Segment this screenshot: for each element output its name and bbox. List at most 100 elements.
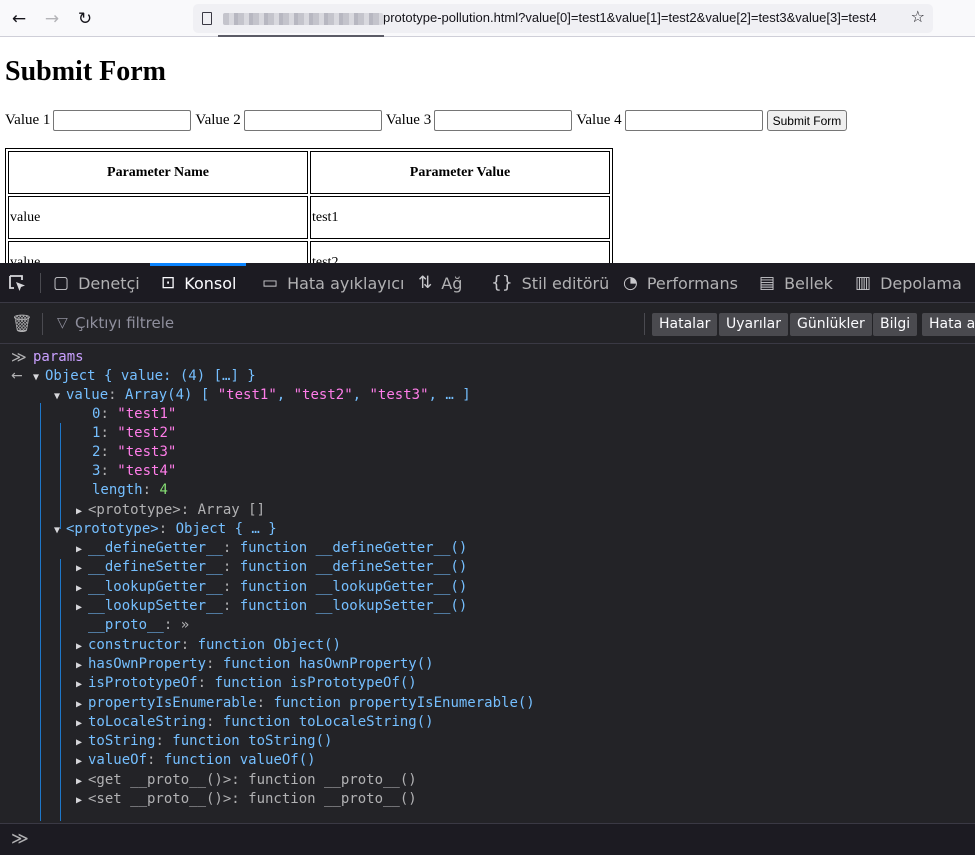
tab-console[interactable]: ⊡ Konsol (149, 263, 247, 303)
tab-performance[interactable]: ◔ Performans (623, 263, 738, 303)
tree-node-member[interactable]: ▶ valueOf: function valueOf() (76, 751, 316, 770)
item-value: "test4" (117, 463, 177, 479)
caret-right-icon[interactable]: ▶ (76, 540, 88, 559)
member-key: __lookupSetter__ (88, 598, 223, 614)
caret-down-icon[interactable]: ▼ (33, 368, 45, 387)
level-logs-button[interactable]: Günlükler (790, 313, 872, 336)
tree-node-accessor[interactable]: ▶ <get __proto__()>: function __proto__() (76, 771, 417, 790)
tab-debugger[interactable]: ▭ Hata ayıklayıcı (262, 263, 404, 303)
caret-right-icon[interactable]: ▶ (76, 772, 88, 791)
tree-node-accessor[interactable]: ▶ <set __proto__()>: function __proto__() (76, 790, 417, 809)
tree-node-member[interactable]: ▶ toLocaleString: function toLocaleString… (76, 713, 434, 732)
array-item: 3: "test4" (92, 463, 177, 479)
caret-right-icon[interactable]: ▶ (76, 579, 88, 598)
back-button[interactable]: ← (7, 7, 31, 31)
star-icon[interactable]: ☆ (911, 7, 925, 26)
style-editor-icon: {} (491, 273, 513, 293)
caret-right-icon[interactable]: ▶ (76, 752, 88, 771)
tab-memory[interactable]: ▤ Bellek (759, 263, 833, 303)
address-bar[interactable]: prototype-pollution.html?value[0]=test1&… (193, 4, 933, 33)
forward-button[interactable]: → (40, 7, 64, 31)
value4-label: Value 4 (576, 112, 622, 128)
toolbar-separator (40, 273, 41, 293)
inspector-icon: ▢ (53, 273, 70, 293)
member-key: hasOwnProperty (88, 656, 207, 672)
value1-input[interactable] (53, 110, 192, 131)
tab-label: Denetçi (78, 273, 140, 293)
table-row: value test2 (8, 241, 610, 263)
tab-label: Konsol (184, 273, 237, 293)
level-warnings-button[interactable]: Uyarılar (719, 313, 788, 336)
url-text[interactable]: prototype-pollution.html?value[0]=test1&… (383, 10, 877, 25)
reload-button[interactable]: ↻ (73, 7, 97, 31)
chevrons-right-icon: ≫ (11, 348, 27, 366)
tree-node-array-prototype[interactable]: ▶ <prototype>: Array [] (76, 501, 265, 520)
member-value: function toString() (172, 733, 333, 749)
tab-network[interactable]: ⇅ Ağ (418, 263, 462, 303)
level-info-button[interactable]: Bilgi (873, 313, 918, 336)
caret-right-icon[interactable]: ▶ (76, 791, 88, 810)
toolbar-separator (644, 313, 645, 335)
member-key: constructor (88, 637, 181, 653)
caret-right-icon[interactable]: ▶ (76, 598, 88, 617)
member-value: function __defineGetter__() (239, 540, 468, 556)
element-picker-icon[interactable] (8, 274, 28, 294)
tree-node-member[interactable]: ▶ hasOwnProperty: function hasOwnProperty… (76, 655, 434, 674)
tree-node-member[interactable]: ▶ __lookupSetter__: function __lookupSett… (76, 597, 467, 616)
tree-node-member[interactable]: ▶ __defineGetter__: function __defineGett… (76, 539, 467, 558)
tree-node-member[interactable]: ▶ constructor: function Object() (76, 636, 341, 655)
level-errors-button[interactable]: Hatalar (652, 313, 718, 336)
console-filter-bar: 🗑 ▽ Çıktıyı filtrele Hatalar Uyarılar Gü… (0, 304, 975, 344)
level-debug-button[interactable]: Hata ay (922, 313, 975, 336)
page-content: Submit Form Value 1 Value 2 Value 3 Valu… (0, 37, 975, 263)
caret-right-icon[interactable]: ▶ (76, 502, 88, 521)
tree-node-value[interactable]: ▼ value: Array(4) [ "test1", "test2", "te… (54, 386, 471, 405)
member-value: function toLocaleString() (222, 714, 434, 730)
command-text: params (33, 349, 84, 365)
submit-form: Value 1 Value 2 Value 3 Value 4 Submit F… (5, 110, 848, 131)
page-title: Submit Form (5, 56, 166, 87)
filter-input[interactable]: Çıktıyı filtrele (75, 314, 174, 332)
tab-label: Depolama (880, 273, 962, 293)
browser-toolbar: ← → ↻ prototype-pollution.html?value[0]=… (0, 0, 975, 37)
array-length: length: 4 (92, 482, 168, 498)
submit-form-button[interactable]: Submit Form (766, 110, 848, 131)
caret-down-icon[interactable]: ▼ (54, 521, 66, 540)
network-icon: ⇅ (418, 273, 433, 293)
tree-node-member[interactable]: ▶ isPrototypeOf: function isPrototypeOf() (76, 674, 417, 693)
memory-icon: ▤ (759, 273, 776, 293)
caret-right-icon[interactable]: ▶ (76, 714, 88, 733)
caret-right-icon[interactable]: ▶ (76, 559, 88, 578)
member-value: function hasOwnProperty() (222, 656, 434, 672)
console-input-bar[interactable]: ≫ (0, 823, 975, 855)
caret-down-icon[interactable]: ▼ (54, 387, 66, 406)
preview-item: "test2" (293, 387, 353, 403)
value2-input[interactable] (243, 110, 382, 131)
caret-right-icon[interactable]: ▶ (76, 675, 88, 694)
tab-inspector[interactable]: ▢ Denetçi (53, 263, 140, 303)
caret-right-icon[interactable]: ▶ (76, 695, 88, 714)
tree-node-member[interactable]: ▶ propertyIsEnumerable: function property… (76, 694, 535, 713)
value3-input[interactable] (434, 110, 573, 131)
devtools-tab-bar: ▢ Denetçi ⊡ Konsol ▭ Hata ayıklayıcı ⇅ A… (0, 263, 975, 303)
caret-right-icon[interactable]: ▶ (76, 637, 88, 656)
member-value: function __defineSetter__() (239, 559, 468, 575)
tree-node-member[interactable]: ▶ __defineSetter__: function __defineSett… (76, 558, 467, 577)
tree-node-root[interactable]: ▼ Object { value: (4) […] } (33, 367, 256, 386)
array-item: 1: "test2" (92, 425, 177, 441)
member-value: function __lookupSetter__() (239, 598, 468, 614)
tree-node-member[interactable]: ▶ toString: function toString() (76, 732, 332, 751)
table-cell: value (8, 196, 308, 239)
tree-node-member[interactable]: ▶ __lookupGetter__: function __lookupGett… (76, 578, 467, 597)
caret-right-icon[interactable]: ▶ (76, 656, 88, 675)
tab-label: Bellek (784, 273, 833, 293)
member-value[interactable]: » (181, 617, 189, 633)
trash-icon[interactable]: 🗑 (11, 314, 33, 334)
tab-label: Ağ (441, 273, 463, 293)
value4-input[interactable] (624, 110, 763, 131)
caret-right-icon[interactable]: ▶ (76, 733, 88, 752)
tree-node-object-prototype[interactable]: ▼ <prototype>: Object { … } (54, 520, 277, 539)
member-key: isPrototypeOf (88, 675, 198, 691)
tab-style-editor[interactable]: {} Stil editörü (491, 263, 609, 303)
tab-storage[interactable]: ▥ Depolama (855, 263, 962, 303)
